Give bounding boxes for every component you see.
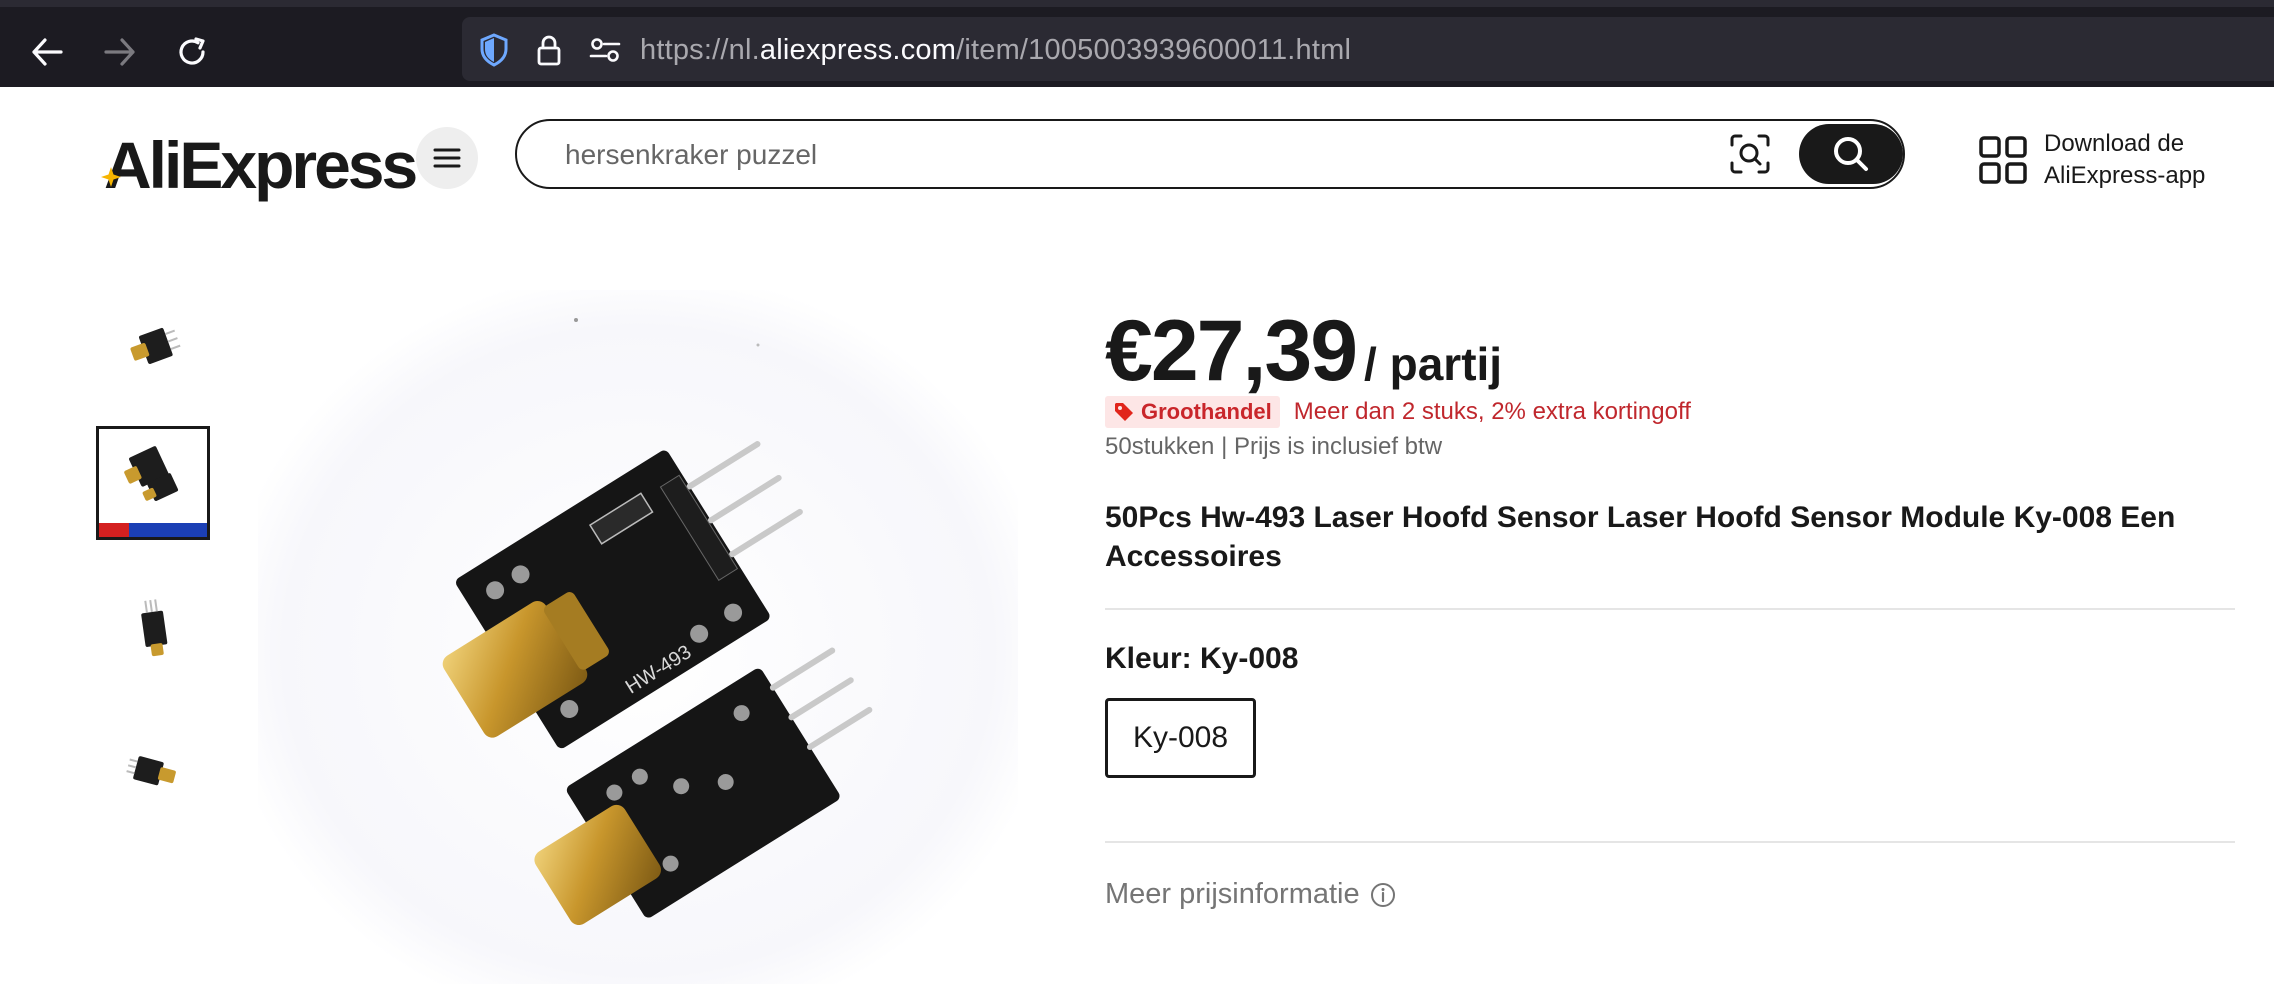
price-info-label: Meer prijsinformatie — [1105, 878, 1360, 910]
hamburger-icon — [433, 148, 461, 168]
url-prefix: https://nl. — [640, 34, 760, 66]
shield-icon[interactable] — [477, 33, 511, 67]
site-header: AliExpress Download de AliExpress-app — [0, 87, 2274, 222]
product-photo: HW-493 — [258, 290, 1018, 984]
color-label: Kleur: Ky-008 — [1105, 642, 1299, 675]
product-title: 50Pcs Hw-493 Laser Hoofd Sensor Laser Ho… — [1105, 501, 2176, 573]
tag-icon — [1115, 403, 1133, 421]
divider — [1105, 841, 2235, 843]
search-button[interactable] — [1799, 124, 1903, 184]
menu-button[interactable] — [416, 127, 478, 189]
arrow-left-icon — [32, 38, 63, 66]
quantity-vat-info: 50stukken | Prijs is inclusief btw — [1105, 433, 1443, 460]
url-text[interactable]: https://nl.aliexpress.com/item/100500393… — [640, 34, 1351, 67]
browser-toolbar: https://nl.aliexpress.com/item/100500393… — [0, 0, 2274, 87]
permissions-icon[interactable] — [588, 33, 622, 67]
aliexpress-logo[interactable]: AliExpress — [101, 127, 418, 203]
price-row: €27,39/ partij — [1105, 302, 1502, 401]
reload-icon — [179, 37, 205, 65]
price-info-link[interactable]: Meer prijsinformatie — [1105, 878, 1396, 911]
app-download-text: Download de AliExpress-app — [2044, 128, 2234, 192]
app-download-line1: Download de — [2044, 130, 2185, 157]
camera-search-icon — [1730, 134, 1770, 174]
lock-icon[interactable] — [532, 33, 566, 67]
option-ky-008[interactable]: Ky-008 — [1105, 698, 1257, 778]
main-product-image[interactable]: HW-493 — [258, 290, 1018, 984]
thumbnail-image — [99, 429, 207, 537]
price: €27,39 — [1105, 303, 1358, 399]
search-box — [515, 119, 1905, 189]
url-path: /item/1005003939600011.html — [956, 34, 1352, 66]
reload-button[interactable] — [167, 29, 217, 75]
thumbnail-image — [130, 327, 181, 364]
promo-row: Groothandel Meer dan 2 stuks, 2% extra k… — [1105, 396, 1691, 428]
wholesale-badge: Groothandel — [1105, 396, 1280, 428]
forward-button[interactable] — [95, 29, 145, 75]
info-icon[interactable] — [1370, 882, 1396, 908]
url-host: aliexpress.com — [759, 34, 957, 66]
thumbnail-4[interactable] — [96, 716, 210, 830]
search-icon — [1834, 137, 1868, 171]
qr-code-icon — [1979, 136, 2027, 184]
option-label: Ky-008 — [1133, 721, 1229, 754]
badge-label: Groothandel — [1141, 399, 1272, 424]
address-bar[interactable]: https://nl.aliexpress.com/item/100500393… — [462, 17, 2274, 81]
arrow-right-icon — [104, 38, 135, 66]
app-download-line2: AliExpress-app — [2044, 162, 2206, 189]
thumbnail-image — [126, 756, 176, 786]
logo-star-icon — [101, 167, 121, 187]
thumbnail-1[interactable] — [96, 290, 210, 404]
logo-text: AliExpress — [104, 128, 418, 202]
thumbnail-2[interactable] — [96, 426, 210, 540]
promo-text: Meer dan 2 stuks, 2% extra kortingoff — [1293, 398, 1691, 425]
price-unit: / partij — [1364, 338, 1503, 390]
thumbnail-image — [141, 599, 168, 657]
divider — [1105, 608, 2235, 610]
thumbnail-3[interactable] — [96, 570, 210, 684]
image-search-button[interactable] — [1729, 133, 1771, 175]
back-button[interactable] — [22, 29, 72, 75]
search-input[interactable] — [565, 135, 1715, 175]
app-download-link[interactable]: Download de AliExpress-app — [1978, 125, 2234, 195]
